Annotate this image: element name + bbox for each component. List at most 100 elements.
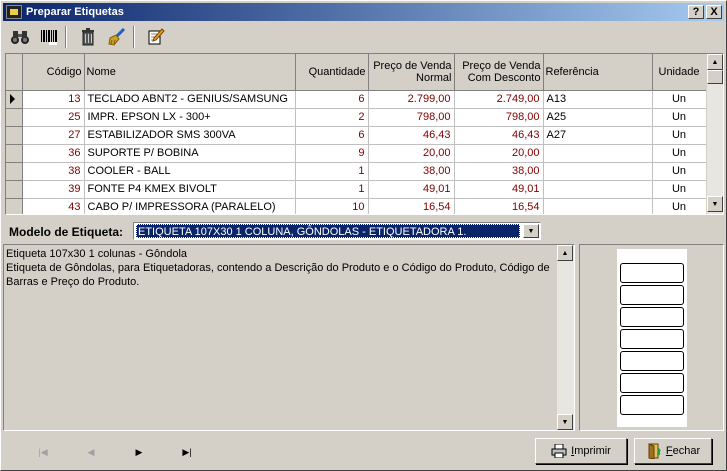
cell-preco-normal[interactable]: 49,01	[368, 180, 455, 199]
table-row[interactable]: 38 COOLER - BALL 1 38,00 38,00 Un	[6, 162, 707, 181]
table-row[interactable]: 27 ESTABILIZADOR SMS 300VA 6 46,43 46,43 A27 U…	[6, 126, 707, 145]
description-box[interactable]: Etiqueta 107x30 1 colunas - Gôndola Etiq…	[3, 244, 575, 431]
window-title: Preparar Etiquetas	[26, 6, 124, 18]
scroll-down-button[interactable]: ▼	[707, 196, 723, 212]
scroll-up-button[interactable]: ▲	[707, 54, 723, 70]
prev-record-icon[interactable]: ◀	[67, 444, 115, 460]
cell-preco-normal[interactable]: 20,00	[368, 144, 455, 163]
cell-referencia[interactable]: A25	[543, 108, 653, 127]
scroll-thumb[interactable]	[707, 70, 723, 84]
row-indicator[interactable]	[6, 180, 23, 199]
cell-preco-desconto[interactable]: 49,01	[454, 180, 544, 199]
fechar-button[interactable]: Fechar	[634, 438, 712, 464]
cell-quantidade[interactable]: 1	[295, 162, 369, 181]
scroll-down-button[interactable]: ▼	[557, 414, 573, 430]
scroll-track[interactable]	[707, 84, 723, 196]
cell-quantidade[interactable]: 10	[295, 198, 369, 214]
cell-quantidade[interactable]: 9	[295, 144, 369, 163]
products-grid[interactable]: Código Nome Quantidade Preço de Venda No…	[5, 53, 724, 215]
cell-unidade[interactable]: Un	[652, 108, 707, 127]
cell-nome[interactable]: FONTE P4 KMEX BIVOLT	[84, 180, 296, 199]
table-row[interactable]: 36 SUPORTE P/ BOBINA 9 20,00 20,00 Un	[6, 144, 707, 163]
header-unidade[interactable]: Unidade	[652, 54, 707, 91]
grid-scrollbar[interactable]: ▲ ▼	[706, 54, 723, 214]
cell-quantidade[interactable]: 6	[295, 126, 369, 145]
header-nome[interactable]: Nome	[84, 54, 296, 91]
modelo-select[interactable]: ETIQUETA 107X30 1 COLUNA, GÔNDOLAS - ETI…	[133, 222, 541, 240]
broom-icon[interactable]	[105, 25, 129, 49]
next-record-icon[interactable]: ▶	[115, 444, 163, 460]
help-button[interactable]: ?	[688, 5, 704, 19]
cell-codigo[interactable]: 25	[22, 108, 85, 127]
first-record-icon[interactable]: |◀	[19, 444, 67, 460]
binoculars-icon[interactable]	[8, 25, 32, 49]
cell-unidade[interactable]: Un	[652, 198, 707, 214]
cell-referencia[interactable]: A27	[543, 126, 653, 145]
header-codigo[interactable]: Código	[22, 54, 85, 91]
edit-icon[interactable]	[144, 25, 168, 49]
imprimir-button[interactable]: Imprimir	[535, 438, 627, 464]
cell-quantidade[interactable]: 6	[295, 90, 369, 109]
barcode-icon[interactable]	[37, 25, 61, 49]
current-row-arrow-icon	[10, 94, 15, 104]
cell-preco-normal[interactable]: 38,00	[368, 162, 455, 181]
cell-nome[interactable]: ESTABILIZADOR SMS 300VA	[84, 126, 296, 145]
description-scrollbar[interactable]: ▲ ▼	[557, 245, 574, 430]
chevron-down-icon[interactable]: ▼	[523, 224, 539, 238]
cell-preco-normal[interactable]: 16,54	[368, 198, 455, 214]
cell-preco-normal[interactable]: 2.799,00	[368, 90, 455, 109]
row-indicator[interactable]	[6, 162, 23, 181]
cell-nome[interactable]: TECLADO ABNT2 - GENIUS/SAMSUNG	[84, 90, 296, 109]
cell-codigo[interactable]: 43	[22, 198, 85, 214]
cell-nome[interactable]: IMPR. EPSON LX - 300+	[84, 108, 296, 127]
cell-codigo[interactable]: 27	[22, 126, 85, 145]
cell-referencia[interactable]	[543, 144, 653, 163]
cell-unidade[interactable]: Un	[652, 90, 707, 109]
cell-codigo[interactable]: 13	[22, 90, 85, 109]
cell-preco-desconto[interactable]: 20,00	[454, 144, 544, 163]
cell-quantidade[interactable]: 2	[295, 108, 369, 127]
cell-referencia[interactable]: A13	[543, 90, 653, 109]
cell-referencia[interactable]	[543, 180, 653, 199]
table-row[interactable]: 13 TECLADO ABNT2 - GENIUS/SAMSUNG 6 2.799,0…	[6, 90, 707, 109]
cell-nome[interactable]: CABO P/ IMPRESSORA (PARALELO)	[84, 198, 296, 214]
cell-codigo[interactable]: 36	[22, 144, 85, 163]
cell-referencia[interactable]	[543, 198, 653, 214]
cell-preco-desconto[interactable]: 46,43	[454, 126, 544, 145]
table-row[interactable]: 43 CABO P/ IMPRESSORA (PARALELO) 10 16,54 16…	[6, 198, 707, 214]
cell-nome[interactable]: SUPORTE P/ BOBINA	[84, 144, 296, 163]
last-record-icon[interactable]: ▶|	[163, 444, 211, 460]
header-preco-desconto[interactable]: Preço de Venda Com Desconto	[454, 54, 544, 91]
cell-unidade[interactable]: Un	[652, 180, 707, 199]
header-referencia[interactable]: Referência	[543, 54, 653, 91]
row-indicator[interactable]	[6, 108, 23, 127]
cell-preco-normal[interactable]: 46,43	[368, 126, 455, 145]
scroll-track[interactable]	[557, 261, 574, 414]
table-row[interactable]: 39 FONTE P4 KMEX BIVOLT 1 49,01 49,01 Un	[6, 180, 707, 199]
cell-referencia[interactable]	[543, 162, 653, 181]
cell-unidade[interactable]: Un	[652, 162, 707, 181]
row-indicator[interactable]	[6, 126, 23, 145]
trash-icon[interactable]	[76, 25, 100, 49]
cell-nome[interactable]: COOLER - BALL	[84, 162, 296, 181]
cell-preco-desconto[interactable]: 2.749,00	[454, 90, 544, 109]
cell-unidade[interactable]: Un	[652, 144, 707, 163]
header-preco-normal[interactable]: Preço de Venda Normal	[368, 54, 455, 91]
cell-codigo[interactable]: 38	[22, 162, 85, 181]
table-row[interactable]: 25 IMPR. EPSON LX - 300+ 2 798,00 798,00 A25 U…	[6, 108, 707, 127]
cell-preco-normal[interactable]: 798,00	[368, 108, 455, 127]
cell-preco-desconto[interactable]: 38,00	[454, 162, 544, 181]
cell-unidade[interactable]: Un	[652, 126, 707, 145]
cell-codigo[interactable]: 39	[22, 180, 85, 199]
title-bar[interactable]: Preparar Etiquetas ? X	[3, 3, 724, 21]
label-slot	[620, 373, 684, 393]
scroll-up-button[interactable]: ▲	[557, 245, 573, 261]
cell-preco-desconto[interactable]: 798,00	[454, 108, 544, 127]
row-indicator[interactable]	[6, 198, 23, 214]
cell-quantidade[interactable]: 1	[295, 180, 369, 199]
cell-preco-desconto[interactable]: 16,54	[454, 198, 544, 214]
close-button[interactable]: X	[706, 5, 722, 19]
row-indicator[interactable]	[6, 144, 23, 163]
row-indicator[interactable]	[6, 90, 23, 109]
header-quantidade[interactable]: Quantidade	[295, 54, 369, 91]
